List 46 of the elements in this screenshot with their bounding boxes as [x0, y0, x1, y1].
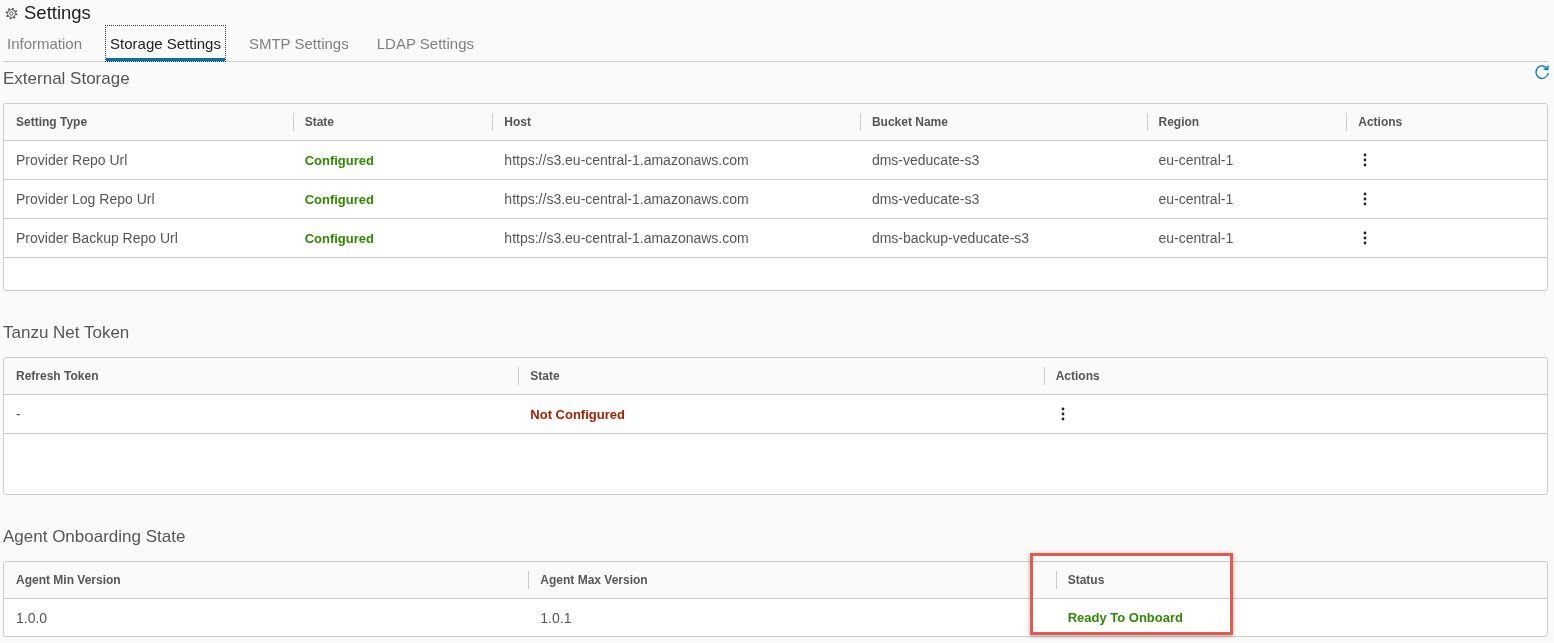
table-text: https://s3.eu-central-1.amazonaws.com	[504, 230, 749, 246]
table-text: 1.0.0	[16, 609, 48, 626]
status-text: Not Configured	[530, 406, 625, 422]
vertical-dots-icon[interactable]	[1060, 407, 1065, 421]
table-text: Provider Repo Url	[16, 152, 128, 168]
page-title: Settings	[24, 2, 91, 24]
column-header: Agent Max Version	[540, 573, 648, 587]
column-header: Actions	[1055, 369, 1100, 383]
table-text: eu-central-1	[1158, 230, 1234, 246]
status-text: Ready To Onboard	[1067, 610, 1183, 625]
column-header: State	[304, 115, 334, 129]
vertical-dots-icon[interactable]	[1363, 192, 1368, 206]
table-text: -	[16, 406, 21, 422]
section-title: Agent Onboarding State	[3, 527, 186, 547]
status-text: Configured	[304, 230, 374, 246]
table-text: dms-backup-veducate-s3	[871, 230, 1030, 246]
tab[interactable]: LDAP Settings	[372, 26, 478, 61]
status-text: Configured	[304, 191, 374, 207]
table-text: Provider Backup Repo Url	[16, 230, 178, 246]
vertical-dots-icon[interactable]	[1363, 231, 1368, 245]
vertical-dots-icon[interactable]	[1363, 153, 1368, 167]
column-header: Agent Min Version	[16, 573, 121, 587]
column-header: Actions	[1358, 115, 1403, 129]
column-header: Setting Type	[16, 115, 88, 129]
table-text: 1.0.1	[540, 609, 572, 626]
refresh-icon[interactable]	[1534, 64, 1550, 80]
column-header: Bucket Name	[871, 115, 948, 129]
tab[interactable]: Information	[3, 26, 87, 61]
column-header: Region	[1158, 115, 1200, 129]
table-text: https://s3.eu-central-1.amazonaws.com	[504, 191, 749, 207]
table-text: https://s3.eu-central-1.amazonaws.com	[504, 152, 749, 168]
table-text: eu-central-1	[1158, 191, 1234, 207]
tab[interactable]: SMTP Settings	[244, 26, 353, 61]
section-title: External Storage	[3, 69, 130, 89]
status-text: Configured	[304, 152, 374, 168]
settings-icon	[5, 6, 18, 20]
column-header: State	[530, 369, 560, 383]
column-header: Host	[504, 115, 532, 129]
tab[interactable]: Storage Settings	[106, 26, 225, 61]
table-text: dms-veducate-s3	[871, 191, 980, 207]
column-header: Status	[1067, 573, 1105, 587]
table-text: dms-veducate-s3	[871, 152, 980, 168]
section-title: Tanzu Net Token	[3, 323, 130, 343]
column-header: Refresh Token	[16, 369, 99, 383]
table-text: Provider Log Repo Url	[16, 191, 155, 207]
table-text: eu-central-1	[1158, 152, 1234, 168]
